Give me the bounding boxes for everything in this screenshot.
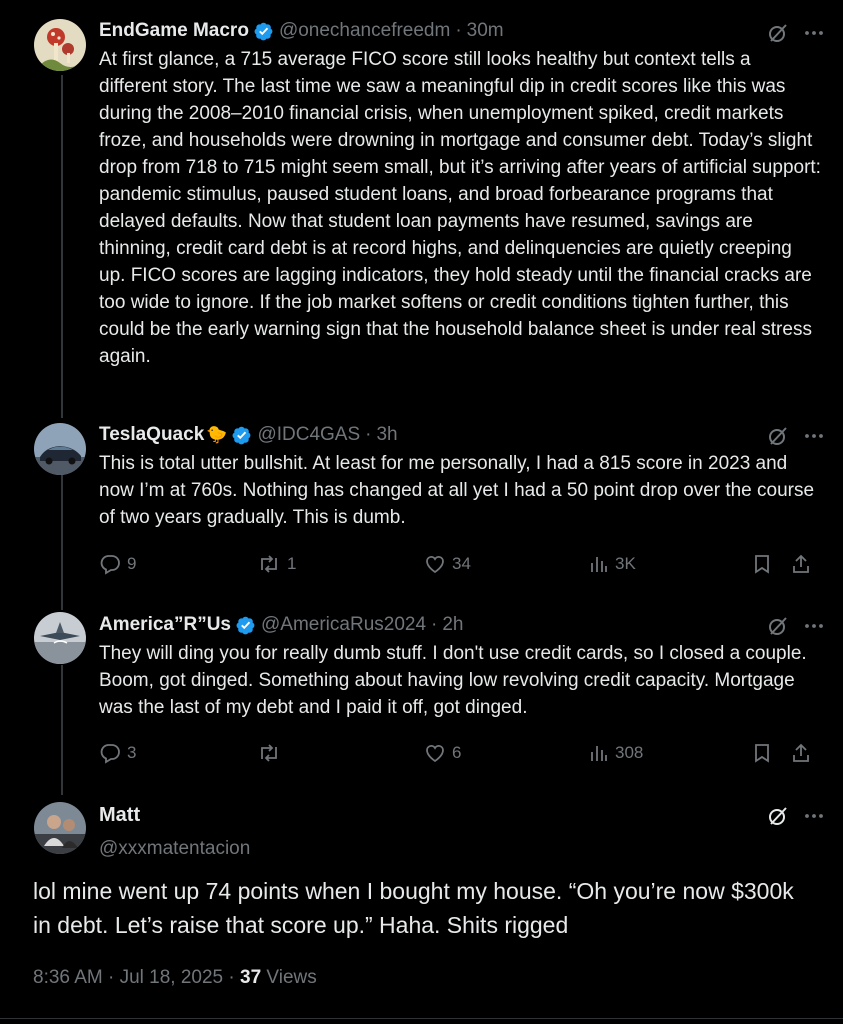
repost-button[interactable] xyxy=(257,742,287,764)
reply-icon xyxy=(100,744,120,764)
avatar[interactable] xyxy=(34,612,86,664)
tweet-text: They will ding you for really dumb stuff… xyxy=(99,643,807,718)
author-handle[interactable]: @AmericaRus2024 xyxy=(261,612,426,638)
like-count: 34 xyxy=(452,554,471,573)
more-icon[interactable] xyxy=(803,22,825,44)
like-button[interactable]: 6 xyxy=(424,742,461,764)
post-thread-page: EndGame Macro @onechancefreedm · 30m At … xyxy=(0,0,843,1024)
author-name[interactable]: America”R”Us xyxy=(99,612,231,638)
grok-icon[interactable] xyxy=(767,805,789,827)
grok-icon[interactable] xyxy=(767,615,789,637)
avatar[interactable] xyxy=(34,423,86,475)
avatar[interactable] xyxy=(34,19,86,71)
grok-icon[interactable] xyxy=(767,425,789,447)
tweet-text: At first glance, a 715 average FICO scor… xyxy=(99,49,821,367)
views-button[interactable]: 3K xyxy=(589,553,636,575)
post-time[interactable]: 3h xyxy=(376,422,397,448)
like-count: 6 xyxy=(452,743,462,762)
author-handle[interactable]: @onechancefreedm xyxy=(279,18,450,44)
share-icon xyxy=(793,554,809,573)
like-button[interactable]: 34 xyxy=(424,553,471,575)
divider xyxy=(0,1018,843,1019)
repost-icon xyxy=(261,555,277,573)
separator-dot: · xyxy=(365,424,372,445)
repost-icon xyxy=(261,744,277,762)
bookmark-button[interactable] xyxy=(751,742,779,764)
bookmark-icon xyxy=(755,744,769,763)
bookmark-button[interactable] xyxy=(751,553,779,575)
like-icon xyxy=(426,745,444,763)
views-icon xyxy=(591,557,607,572)
tweet-text: lol mine went up 74 points when I bought… xyxy=(33,878,794,938)
author-name[interactable]: Matt xyxy=(99,802,140,828)
separator-dot: · xyxy=(431,614,438,635)
post-time[interactable]: 30m xyxy=(467,18,504,44)
bookmark-icon xyxy=(755,555,769,574)
more-icon[interactable] xyxy=(803,805,825,827)
reply-count: 3 xyxy=(127,743,137,762)
separator-dot: · xyxy=(455,20,462,41)
views-label: Views xyxy=(261,967,317,988)
share-icon xyxy=(793,743,809,762)
reply-tweet[interactable]: EndGame Macro @onechancefreedm · 30m At … xyxy=(0,0,843,415)
repost-button[interactable]: 1 xyxy=(257,553,296,575)
verified-badge-icon xyxy=(232,426,251,444)
view-count: 37 xyxy=(240,967,262,988)
more-icon[interactable] xyxy=(803,425,825,447)
repost-count: 1 xyxy=(287,554,297,573)
post-meta: 8:36 AM · Jul 18, 2025 · 37 Views xyxy=(33,967,317,989)
views-icon xyxy=(591,746,607,761)
grok-icon[interactable] xyxy=(767,22,789,44)
reply-button[interactable]: 9 xyxy=(99,553,136,575)
author-handle[interactable]: @IDC4GAS xyxy=(257,422,360,448)
author-name[interactable]: TeslaQuack xyxy=(99,422,204,448)
verified-badge-icon xyxy=(236,616,255,634)
reply-count: 9 xyxy=(127,554,137,573)
reply-button[interactable]: 3 xyxy=(99,742,136,764)
share-button[interactable] xyxy=(790,553,818,575)
reply-tweet[interactable]: America”R”Us @AmericaRus2024 · 2h They w… xyxy=(0,605,843,795)
post-time[interactable]: 2h xyxy=(442,612,463,638)
verified-badge-icon xyxy=(254,22,273,40)
duck-emoji: 🐤 xyxy=(206,425,228,444)
tweet-text: This is total utter bullshit. At least f… xyxy=(99,453,815,528)
like-icon xyxy=(426,556,444,574)
views-button[interactable]: 308 xyxy=(589,742,643,764)
reply-tweet[interactable]: TeslaQuack 🐤 @IDC4GAS · 3h This is total… xyxy=(0,415,843,605)
author-name[interactable]: EndGame Macro xyxy=(99,18,249,44)
reply-icon xyxy=(100,555,120,575)
main-tweet: Matt @xxxmatentacion lol mine went up 74… xyxy=(0,795,843,1024)
share-button[interactable] xyxy=(790,742,818,764)
post-timestamp[interactable]: 8:36 AM · Jul 18, 2025 · xyxy=(33,967,240,988)
avatar[interactable] xyxy=(34,802,86,854)
author-handle[interactable]: @xxxmatentacion xyxy=(99,836,250,862)
views-count: 3K xyxy=(615,554,636,573)
views-count: 308 xyxy=(615,743,644,762)
more-icon[interactable] xyxy=(803,615,825,637)
